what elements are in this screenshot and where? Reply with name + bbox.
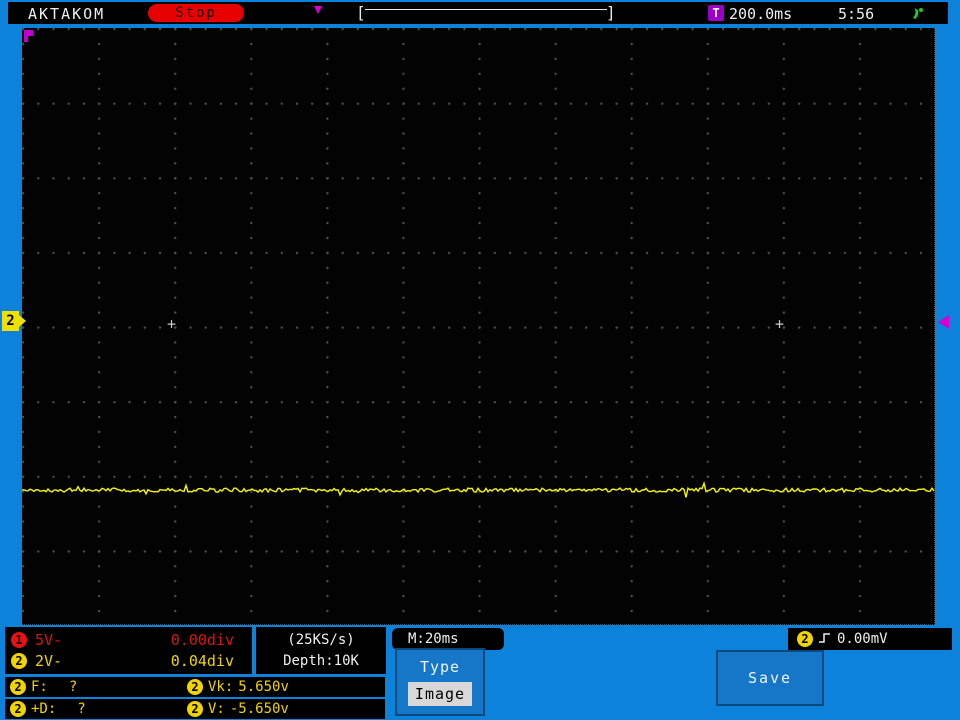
channel2-badge: 2 [11, 652, 27, 669]
measure-d-value: ? [77, 701, 86, 717]
record-window-bracket-left: [ [356, 3, 366, 22]
measure-v: 2 V: -5.650v [187, 701, 289, 717]
record-window-bracket-right: ] [606, 3, 616, 22]
memory-depth-readout: Depth:10K [283, 652, 359, 669]
type-button-value: Image [408, 682, 472, 706]
trigger-level-readout: 2 0.00mV [788, 628, 952, 650]
channel1-readout: 1 5V- 0.00div [11, 630, 234, 650]
measure-f-value: ? [68, 679, 78, 695]
trigger-level-marker-icon [938, 315, 949, 329]
measure-v-value: -5.650v [229, 701, 289, 717]
sample-rate-readout: (25KS/s) [287, 632, 355, 649]
measure-vk-label: Vk: [208, 679, 234, 695]
measurement-row-2: 2 +D: ? 2 V: -5.650v [5, 699, 385, 719]
measure-v-badge: 2 [187, 701, 203, 717]
channel2-offset: 0.04div [170, 651, 234, 670]
save-button[interactable]: Save [716, 650, 824, 706]
clock: 5:56 [838, 5, 875, 23]
measure-f-label: F: [31, 679, 48, 695]
channel2-scale: 2V- [35, 651, 63, 670]
channel-readout-panel: 1 5V- 0.00div 2 2V- 0.04div [5, 627, 252, 674]
rising-edge-icon [818, 630, 832, 649]
type-button-label: Type [419, 658, 461, 676]
measure-f-badge: 2 [10, 679, 26, 695]
trigger-position-pointer-icon [314, 6, 322, 14]
acquisition-info-panel: (25KS/s) Depth:10K [256, 627, 386, 674]
channel1-scale: 5V- [35, 631, 63, 650]
measure-vk: 2 Vk: 5.650v [187, 679, 289, 695]
waveform-display: + + [22, 28, 935, 625]
usb-device-icon [909, 5, 925, 21]
measure-v-label: V: [208, 701, 225, 717]
measure-d-label: +D: [31, 701, 57, 717]
channel2-readout: 2 2V- 0.04div [11, 651, 234, 671]
measure-frequency: 2 F: ? [5, 679, 187, 695]
top-status-bar: AKTAKOM Stop [ ] T 200.0ms 5:56 [8, 2, 948, 24]
trigger-icon: T [708, 5, 724, 21]
trigger-source-badge: 2 [797, 631, 813, 647]
trace-ch2 [22, 480, 935, 498]
acquisition-status-badge: Stop [148, 4, 244, 22]
measure-vk-value: 5.650v [238, 679, 289, 695]
trigger-timebase-readout: 200.0ms [729, 5, 793, 23]
channel1-offset: 0.00div [170, 631, 234, 650]
measurement-row-1: 2 F: ? 2 Vk: 5.650v [5, 677, 385, 697]
main-timebase-readout: M:20ms [392, 628, 504, 650]
measure-vk-badge: 2 [187, 679, 203, 695]
brand-logo: AKTAKOM [28, 5, 106, 23]
channel2-position-marker: 2 [2, 311, 26, 331]
trigger-level-value: 0.00mV [837, 631, 888, 647]
channel2-position-label: 2 [6, 313, 15, 329]
oscilloscope-frame: AKTAKOM Stop [ ] T 200.0ms 5:56 + + 2 1 [0, 0, 960, 720]
channel1-badge: 1 [11, 632, 27, 649]
measure-duty: 2 +D: ? [5, 701, 187, 717]
type-button[interactable]: Type Image [395, 648, 485, 716]
record-window-line [365, 9, 607, 10]
measure-d-badge: 2 [10, 701, 26, 717]
